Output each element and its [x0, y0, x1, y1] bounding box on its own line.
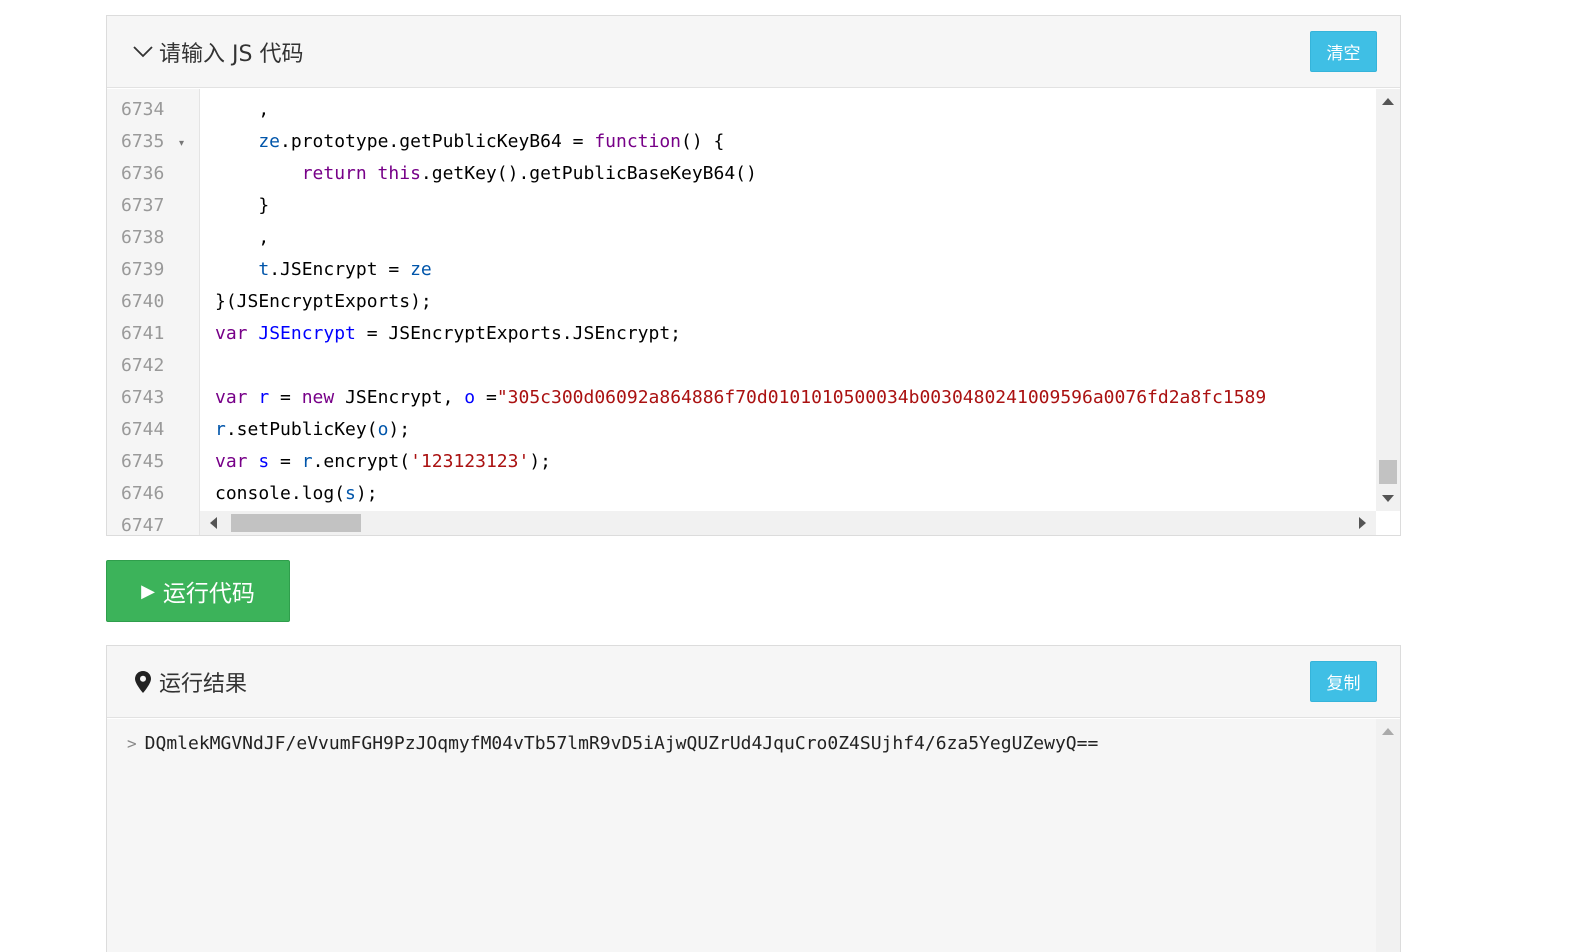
code-line[interactable]: }	[215, 190, 269, 222]
result-title: 运行结果	[131, 646, 247, 718]
fold-arrow-icon[interactable]: ▾	[179, 128, 184, 160]
code-line[interactable]: ze.prototype.getPublicKeyB64 = function(…	[215, 126, 724, 158]
code-area[interactable]: , ze.prototype.getPublicKeyB64 = functio…	[215, 89, 1375, 511]
code-line[interactable]: return this.getKey().getPublicBaseKeyB64…	[215, 158, 757, 190]
code-token: .encrypt(	[312, 451, 411, 472]
horizontal-scroll-thumb[interactable]	[231, 514, 361, 532]
code-line[interactable]: var s = r.encrypt('123123123');	[215, 446, 551, 478]
code-token: new	[301, 387, 335, 408]
editor-header: 请输入 JS 代码 清空	[107, 16, 1400, 88]
clear-button[interactable]: 清空	[1310, 31, 1377, 72]
code-token: ,	[215, 99, 270, 120]
result-output-line: > DQmlekMGVNdJF/eVvumFGH9PzJOqmyfM04vTb5…	[127, 733, 1098, 754]
code-token: return this	[215, 163, 421, 184]
code-token: =	[269, 387, 302, 408]
code-token: JSEncrypt,	[334, 387, 465, 408]
result-scroll-up-arrow-icon[interactable]	[1382, 728, 1394, 735]
code-token: .setPublicKey(	[225, 419, 378, 440]
code-token: }	[215, 195, 270, 216]
scroll-up-arrow-icon[interactable]	[1382, 98, 1394, 105]
horizontal-scrollbar[interactable]	[200, 511, 1376, 535]
line-number: 6743	[121, 387, 165, 408]
code-token: .prototype.getPublicKeyB64 =	[280, 131, 595, 152]
result-header: 运行结果 复制	[107, 646, 1400, 718]
vertical-scrollbar[interactable]	[1376, 89, 1400, 511]
line-number: 6734	[121, 99, 165, 120]
line-number: 6736	[121, 163, 165, 184]
run-code-label: 运行代码	[162, 581, 255, 607]
code-token: '123123123'	[410, 451, 530, 472]
line-number: 6741	[121, 323, 165, 344]
code-line[interactable]: console.log(s);	[215, 478, 378, 510]
code-token: JSEncrypt	[258, 323, 356, 344]
code-line[interactable]: ,	[215, 222, 269, 254]
code-token: o	[464, 387, 476, 408]
code-token: s	[345, 483, 356, 504]
code-editor[interactable]: 6734 6735 6736 6737 6738 6739 6740 6741 6742 6743…	[107, 89, 1400, 535]
code-token: ze	[215, 131, 281, 152]
code-token: }(JSEncryptExports);	[215, 291, 432, 312]
code-line[interactable]: t.JSEncrypt = ze	[215, 254, 432, 286]
code-token: ,	[215, 227, 270, 248]
code-token: t	[215, 259, 270, 280]
line-number: 6740	[121, 291, 165, 312]
line-number: 6739	[121, 259, 165, 280]
map-pin-icon	[131, 670, 155, 694]
result-panel: 运行结果 复制 > DQmlekMGVNdJF/eVvumFGH9PzJOqmy…	[106, 645, 1401, 952]
code-token: .getKey().getPublicBaseKeyB64()	[420, 163, 757, 184]
code-token: = JSEncryptExports.JSEncrypt;	[355, 323, 682, 344]
code-token: s	[258, 451, 270, 472]
code-token: r	[301, 451, 313, 472]
line-number: 6738	[121, 227, 165, 248]
code-token: );	[529, 451, 552, 472]
code-token: var	[215, 451, 259, 472]
scroll-right-arrow-icon[interactable]	[1359, 517, 1366, 529]
result-output-area[interactable]: > DQmlekMGVNdJF/eVvumFGH9PzJOqmyfM04vTb5…	[107, 719, 1400, 952]
code-token: .JSEncrypt =	[269, 259, 411, 280]
chevron-right-icon: >	[127, 734, 137, 753]
line-number: 6742	[121, 355, 165, 376]
code-token: "305c300d06092a864886f70d0101010500034b0…	[496, 387, 1267, 408]
code-token: var	[215, 323, 259, 344]
scroll-thumb[interactable]	[1379, 460, 1397, 484]
line-number: 6747	[121, 515, 165, 535]
copy-button[interactable]: 复制	[1310, 661, 1377, 702]
result-title-text: 运行结果	[159, 672, 248, 697]
line-number: 6737	[121, 195, 165, 216]
code-line[interactable]: var JSEncrypt = JSEncryptExports.JSEncry…	[215, 318, 681, 350]
line-number-gutter: 6734 6735 6736 6737 6738 6739 6740 6741 6742 6743…	[107, 89, 200, 535]
code-token: =	[475, 387, 497, 408]
result-vertical-scrollbar[interactable]	[1376, 719, 1400, 952]
code-token: console.log(	[215, 483, 346, 504]
play-icon: ▶	[141, 580, 155, 602]
code-line[interactable]: var r = new JSEncrypt, o ="305c300d06092…	[215, 382, 1266, 414]
code-token: =	[269, 451, 302, 472]
code-token: () {	[681, 131, 725, 152]
code-token: r	[258, 387, 270, 408]
line-number: 6745	[121, 451, 165, 472]
code-line[interactable]: r.setPublicKey(o);	[215, 414, 410, 446]
line-number: 6735	[121, 131, 165, 152]
code-token: );	[355, 483, 378, 504]
scroll-down-arrow-icon[interactable]	[1382, 495, 1394, 502]
code-token: ze	[410, 259, 432, 280]
result-output-text: DQmlekMGVNdJF/eVvumFGH9PzJOqmyfM04vTb57l…	[144, 733, 1099, 754]
code-token: function	[594, 131, 682, 152]
run-code-button[interactable]: ▶ 运行代码	[106, 560, 290, 622]
scroll-left-arrow-icon[interactable]	[210, 517, 217, 529]
code-line[interactable]: }(JSEncryptExports);	[215, 286, 432, 318]
chevron-down-icon[interactable]	[131, 40, 155, 64]
code-token: var	[215, 387, 259, 408]
line-number: 6744	[121, 419, 165, 440]
code-line[interactable]: ,	[215, 94, 269, 126]
editor-title-text: 请输入 JS 代码	[159, 42, 304, 67]
editor-title[interactable]: 请输入 JS 代码	[131, 16, 303, 88]
code-token: r	[215, 419, 226, 440]
code-token: o	[377, 419, 389, 440]
code-token: );	[388, 419, 411, 440]
line-number: 6746	[121, 483, 165, 504]
code-editor-panel: 请输入 JS 代码 清空 6734 6735 6736 6737 6738 6739 674…	[106, 15, 1401, 536]
